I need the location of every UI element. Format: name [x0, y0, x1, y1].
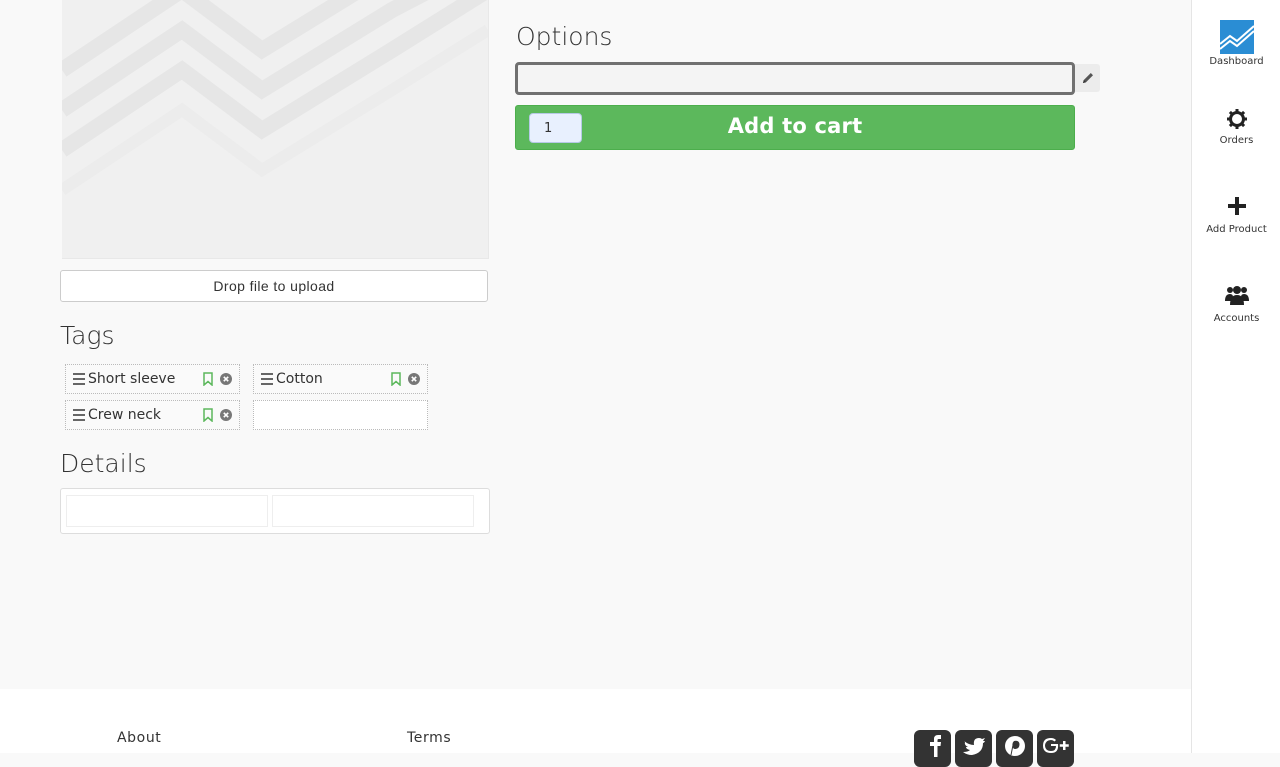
- drag-handle-icon[interactable]: [73, 409, 85, 421]
- upload-file-button[interactable]: Drop file to upload: [60, 270, 488, 302]
- sidebar-item-label: Orders: [1219, 135, 1254, 146]
- details-heading: Details: [60, 449, 147, 478]
- tags-heading: Tags: [60, 321, 115, 350]
- product-image-placeholder: [62, 0, 489, 259]
- sidebar-item-accounts[interactable]: Accounts: [1192, 285, 1280, 324]
- remove-tag-icon[interactable]: [220, 373, 232, 385]
- sidebar-item-add-product[interactable]: Add Product: [1192, 197, 1280, 235]
- options-input[interactable]: [515, 62, 1075, 95]
- tag-item[interactable]: Short sleeve: [65, 364, 240, 394]
- placeholder-chart-graphic: [62, 0, 488, 195]
- add-to-cart-label: Add to cart: [727, 113, 863, 138]
- quantity-input[interactable]: 1: [529, 113, 582, 143]
- gear-icon: [1226, 109, 1247, 129]
- pencil-icon: [1082, 73, 1093, 83]
- details-field-2[interactable]: [272, 495, 474, 527]
- bookmark-icon[interactable]: [202, 372, 214, 386]
- sidebar-item-label: Add Product: [1206, 224, 1267, 235]
- options-heading: Options: [516, 22, 613, 51]
- facebook-icon[interactable]: [914, 730, 951, 767]
- add-to-cart-button[interactable]: 1 Add to cart: [515, 105, 1075, 150]
- sidebar-item-label: Dashboard: [1209, 56, 1264, 67]
- sidebar-item-orders[interactable]: Orders: [1192, 108, 1280, 146]
- remove-tag-icon[interactable]: [220, 409, 232, 421]
- users-icon: [1224, 286, 1249, 305]
- right-sidebar: Dashboard Orders Add Product Accounts: [1191, 0, 1280, 753]
- tag-label: Crew neck: [88, 407, 162, 423]
- sidebar-item-label: Accounts: [1213, 313, 1260, 324]
- tag-item[interactable]: Cotton: [253, 364, 428, 394]
- remove-tag-icon[interactable]: [408, 373, 420, 385]
- footer-link-terms[interactable]: Terms: [407, 730, 451, 746]
- bookmark-icon[interactable]: [202, 408, 214, 422]
- details-field-1[interactable]: [66, 495, 268, 527]
- twitter-icon[interactable]: [955, 730, 992, 767]
- new-tag-input[interactable]: [253, 400, 428, 430]
- tag-label: Cotton: [276, 371, 323, 387]
- plus-icon: [1227, 197, 1246, 215]
- details-panel: [60, 488, 490, 534]
- footer-link-about[interactable]: About: [117, 730, 161, 746]
- drag-handle-icon[interactable]: [73, 373, 85, 385]
- tag-label: Short sleeve: [88, 371, 176, 387]
- bookmark-icon[interactable]: [390, 372, 402, 386]
- pinterest-icon[interactable]: [996, 730, 1033, 767]
- drag-handle-icon[interactable]: [261, 373, 273, 385]
- sidebar-item-dashboard[interactable]: Dashboard: [1192, 20, 1280, 67]
- google-plus-icon[interactable]: [1037, 730, 1074, 767]
- edit-options-button[interactable]: [1075, 64, 1100, 92]
- tag-item[interactable]: Crew neck: [65, 400, 240, 430]
- dashboard-logo-icon: [1219, 20, 1254, 54]
